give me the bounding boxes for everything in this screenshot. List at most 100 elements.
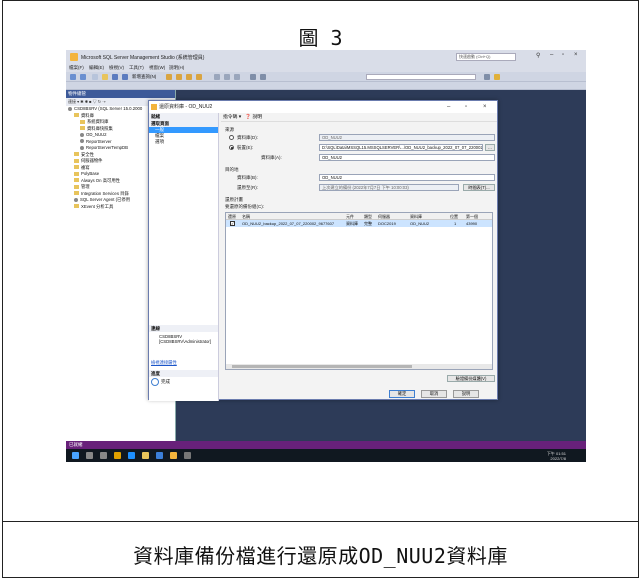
properties-icon[interactable] <box>484 74 490 80</box>
dialog-general-page: 指令碼 ▾ ❓ 說明 來源 資料庫(D): OD_NUU2 裝置(E): D:\… <box>221 113 497 387</box>
server-icon <box>68 106 72 111</box>
help-button[interactable]: 說明 <box>252 115 262 120</box>
menu-tools[interactable]: 工具(T) <box>129 65 144 71</box>
restore-checkbox[interactable]: ✓ <box>230 221 235 226</box>
menu-view[interactable]: 檢視(V) <box>109 65 124 71</box>
source-section-label: 來源 <box>225 127 234 132</box>
table-cell: 完整 <box>364 221 372 226</box>
folder-icon <box>74 184 79 189</box>
search-icon[interactable]: ⚲ <box>536 52 540 59</box>
folder-icon <box>80 119 85 124</box>
destination-database-select[interactable]: OD_NUU2 <box>319 174 495 181</box>
connection-user: [CSD8BSRV\Administrator] <box>159 339 211 344</box>
task-view-icon[interactable] <box>100 452 107 459</box>
device-label: 裝置(E): <box>237 145 254 150</box>
device-radio[interactable] <box>229 145 234 150</box>
ready-header: 就緒 <box>149 113 218 120</box>
database-icon <box>80 139 84 144</box>
browse-device-button[interactable]: … <box>485 144 495 151</box>
figure-caption: 資料庫備份檔進行還原成OD_NUU2資料庫 <box>133 544 508 568</box>
save-icon[interactable] <box>112 74 118 80</box>
edge-icon[interactable] <box>128 452 135 459</box>
minimize-icon[interactable]: – <box>550 52 553 58</box>
object-explorer-icon[interactable] <box>494 74 500 80</box>
menu-window[interactable]: 視窗(W) <box>149 65 165 71</box>
ssms-screenshot: Microsoft SQL Server Management Studio (… <box>66 50 586 462</box>
menu-file[interactable]: 檔案(F) <box>69 65 84 71</box>
search-icon[interactable] <box>86 452 93 459</box>
undo-icon[interactable] <box>250 74 256 80</box>
folder-icon <box>74 113 79 118</box>
select-page-header: 選取頁面 <box>149 120 218 127</box>
device-database-label: 資料庫(A): <box>261 155 282 160</box>
ssms-taskbar-icon[interactable] <box>170 452 177 459</box>
dialog-maximize-icon[interactable]: ▫ <box>465 101 467 113</box>
close-icon[interactable]: × <box>574 52 578 58</box>
table-border-top <box>2 0 639 1</box>
source-database-select[interactable]: OD_NUU2 <box>319 134 495 141</box>
new-query-button[interactable]: 新增查詢(N) <box>132 74 156 80</box>
restore-database-dialog: 還原資料庫 - OD_NUU2 – ▫ × 就緒 選取頁面 一般 檔案 選項 連… <box>148 100 498 401</box>
dialog-titlebar: 還原資料庫 - OD_NUU2 – ▫ × <box>149 101 497 113</box>
view-connection-properties-link[interactable]: 檢視連接屬性 <box>149 360 218 366</box>
database-icon <box>80 132 84 137</box>
file-explorer-icon[interactable] <box>142 452 149 459</box>
grid-horizontal-scrollbar[interactable] <box>226 364 492 369</box>
folder-icon <box>74 152 79 157</box>
help-icon[interactable]: ❓ <box>245 115 251 120</box>
dialog-left-pane: 就緒 選取頁面 一般 檔案 選項 連線 CSD8BSRV [CSD8BSRV\A… <box>149 113 219 401</box>
chrome-icon[interactable] <box>114 452 121 459</box>
ok-button[interactable]: 確定 <box>389 390 415 398</box>
table-cell: 1 <box>454 221 457 226</box>
ssms-statusbar: 已就緒 <box>66 441 586 449</box>
dmx-query-icon[interactable] <box>186 74 192 80</box>
quick-launch-input[interactable]: 快速啟動 (Ctrl+Q) <box>456 53 516 61</box>
folder-icon <box>74 165 79 170</box>
page-options[interactable]: 選項 <box>149 139 218 145</box>
xmla-query-icon[interactable] <box>196 74 202 80</box>
table-cell: OD_NUU2 <box>410 221 430 226</box>
agent-icon <box>74 197 78 202</box>
dialog-minimize-icon[interactable]: – <box>447 101 450 113</box>
restore-to-field: 上次建立的備份 (2022年7月7日 下午 10:00:03) <box>319 184 459 191</box>
ssms-window-title: Microsoft SQL Server Management Studio (… <box>81 55 205 61</box>
timeline-button[interactable]: 時間表(T)... <box>463 184 495 191</box>
device-database-select[interactable]: OD_NUU2 <box>319 154 495 161</box>
app-icon[interactable] <box>156 452 163 459</box>
start-icon[interactable] <box>72 452 79 459</box>
folder-icon <box>74 204 79 209</box>
paste-icon[interactable] <box>234 74 240 80</box>
solution-config-dropdown[interactable] <box>366 74 476 80</box>
restore-icon[interactable]: ▫ <box>562 52 564 58</box>
database-icon <box>80 145 84 150</box>
redo-icon[interactable] <box>260 74 266 80</box>
open-icon[interactable] <box>102 74 108 80</box>
menu-edit[interactable]: 編輯(E) <box>89 65 104 71</box>
tools-icon[interactable] <box>184 452 191 459</box>
device-path-field[interactable]: D:\SQL\Data\MSSQL15.MSSQLSERVER\...\OD_N… <box>319 144 483 151</box>
script-button[interactable]: 指令碼 <box>223 115 237 120</box>
folder-icon <box>74 191 79 196</box>
dialog-footer: 確定 取消 說明 <box>221 387 497 401</box>
backup-sets-grid: 還原 名稱 元件 類型 伺服器 資料庫 位置 第一個 ✓ OD_NUU2_bac… <box>225 212 493 370</box>
back-icon[interactable] <box>70 74 76 80</box>
dialog-close-icon[interactable]: × <box>483 101 487 113</box>
source-database-label: 資料庫(D): <box>237 135 258 140</box>
help-footer-button[interactable]: 說明 <box>453 390 479 398</box>
folder-icon <box>80 126 85 131</box>
mdx-query-icon[interactable] <box>176 74 182 80</box>
save-all-icon[interactable] <box>122 74 128 80</box>
copy-icon[interactable] <box>224 74 230 80</box>
menu-help[interactable]: 說明(H) <box>169 65 184 71</box>
tray-date: 2022/7/8 <box>550 456 566 461</box>
scrollbar-thumb[interactable] <box>232 365 412 368</box>
table-border-middle <box>2 521 639 522</box>
cancel-button[interactable]: 取消 <box>421 390 447 398</box>
db-query-icon[interactable] <box>166 74 172 80</box>
cut-icon[interactable] <box>214 74 220 80</box>
new-project-icon[interactable] <box>92 74 98 80</box>
table-row[interactable]: ✓ OD_NUU2_backup_2022_07_07_220002_96776… <box>226 220 492 227</box>
source-database-radio[interactable] <box>229 135 234 140</box>
forward-icon[interactable] <box>80 74 86 80</box>
verify-backup-media-button[interactable]: 驗證備份媒體(V) <box>447 375 495 382</box>
